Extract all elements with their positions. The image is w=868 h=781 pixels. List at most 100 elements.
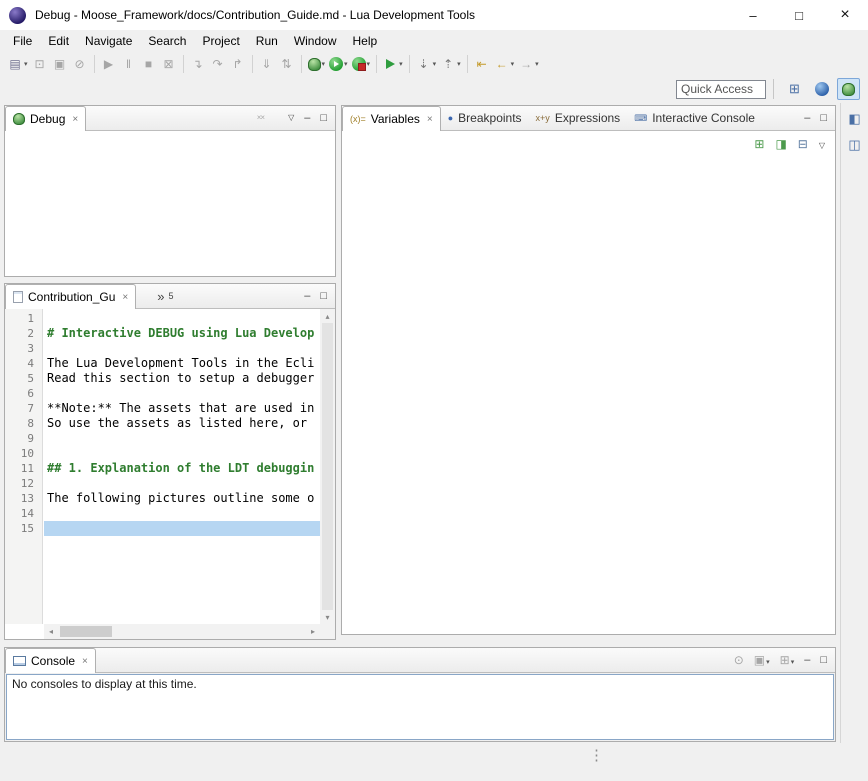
- menu-help[interactable]: Help: [345, 32, 386, 50]
- code-line-1[interactable]: [44, 311, 320, 326]
- tab-breakpoints[interactable]: ●Breakpoints: [441, 106, 529, 130]
- code-line-2[interactable]: # Interactive DEBUG using Lua Develop: [44, 326, 320, 341]
- tab-debug[interactable]: Debug ×: [5, 106, 86, 131]
- open-console-button[interactable]: ⊞▾: [780, 653, 795, 667]
- trim-stack-button-2[interactable]: ◫: [848, 137, 860, 153]
- close-button[interactable]: ×: [822, 0, 868, 30]
- status-grip[interactable]: ⋮: [589, 746, 604, 764]
- use-step-filters-button[interactable]: ⇅: [277, 53, 297, 75]
- line-number[interactable]: 13: [5, 491, 34, 506]
- step-into-button[interactable]: ↴: [188, 53, 208, 75]
- line-number[interactable]: 11: [5, 461, 34, 476]
- pin-console-button[interactable]: ⊙: [734, 653, 744, 667]
- minimize-view-button[interactable]: –: [304, 291, 310, 302]
- scroll-left-icon[interactable]: ◂: [44, 624, 58, 639]
- code-line-11[interactable]: ## 1. Explanation of the LDT debuggin: [44, 461, 320, 476]
- debug-view-content[interactable]: [5, 131, 335, 276]
- line-number[interactable]: 9: [5, 431, 34, 446]
- debug-button[interactable]: ▾: [306, 53, 328, 75]
- dropdown-arrow-icon[interactable]: ▾: [367, 60, 371, 68]
- quick-access-input[interactable]: [676, 80, 766, 99]
- step-over-button[interactable]: ↷: [208, 53, 228, 75]
- tab-expressions[interactable]: x+yExpressions: [529, 106, 628, 130]
- external-tools-button[interactable]: ▾: [381, 53, 405, 75]
- line-number[interactable]: 6: [5, 386, 34, 401]
- dropdown-arrow-icon[interactable]: ▾: [511, 60, 515, 68]
- debug-perspective-button[interactable]: [837, 78, 860, 100]
- code-line-15[interactable]: [44, 521, 320, 536]
- minimize-view-button[interactable]: –: [804, 655, 810, 666]
- dropdown-arrow-icon[interactable]: ▾: [344, 60, 348, 68]
- line-number[interactable]: 2: [5, 326, 34, 341]
- show-type-names-button[interactable]: ⊞: [754, 137, 764, 151]
- back-button[interactable]: ←▾: [492, 53, 517, 75]
- scroll-up-icon[interactable]: ▴: [320, 309, 335, 323]
- line-number[interactable]: 3: [5, 341, 34, 356]
- tab-contribution-guide[interactable]: Contribution_Gu ×: [5, 284, 136, 309]
- menu-window[interactable]: Window: [286, 32, 345, 50]
- maximize-view-button[interactable]: □: [820, 655, 827, 666]
- editor-tab-overflow[interactable]: »5: [150, 284, 180, 308]
- suspend-button[interactable]: ‖: [119, 53, 139, 75]
- menu-project[interactable]: Project: [194, 32, 247, 50]
- line-number[interactable]: 4: [5, 356, 34, 371]
- close-tab-icon[interactable]: ×: [122, 292, 128, 303]
- variables-content[interactable]: [342, 131, 835, 634]
- save-button[interactable]: ⊡: [30, 53, 50, 75]
- code-line-13[interactable]: The following pictures outline some o: [44, 491, 320, 506]
- maximize-button[interactable]: □: [776, 0, 822, 30]
- drop-to-frame-button[interactable]: ⇓: [257, 53, 277, 75]
- line-number[interactable]: 12: [5, 476, 34, 491]
- previous-annotation-button[interactable]: ⇡▾: [438, 53, 463, 75]
- tab-console[interactable]: Console ×: [5, 648, 96, 673]
- disconnect-button[interactable]: ⊠: [159, 53, 179, 75]
- remove-all-terminated-button[interactable]: ××: [257, 114, 264, 122]
- minimize-view-button[interactable]: –: [304, 113, 310, 124]
- tab-variables[interactable]: (x)=Variables×: [342, 106, 441, 131]
- minimize-button[interactable]: –: [730, 0, 776, 30]
- show-logical-structures-button[interactable]: ◨: [775, 137, 786, 151]
- view-menu-button[interactable]: ▽: [288, 114, 294, 122]
- line-number[interactable]: 5: [5, 371, 34, 386]
- scroll-down-icon[interactable]: ▾: [320, 610, 335, 624]
- forward-button[interactable]: →▾: [516, 53, 541, 75]
- editor-gutter[interactable]: 123456789101112131415: [5, 309, 43, 624]
- dropdown-arrow-icon[interactable]: ▾: [322, 60, 326, 68]
- dropdown-arrow-icon[interactable]: ▾: [433, 60, 437, 68]
- code-line-10[interactable]: [44, 446, 320, 461]
- code-line-7[interactable]: **Note:** The assets that are used in: [44, 401, 320, 416]
- code-line-3[interactable]: [44, 341, 320, 356]
- close-tab-icon[interactable]: ×: [82, 656, 88, 667]
- line-number[interactable]: 10: [5, 446, 34, 461]
- dropdown-arrow-icon[interactable]: ▾: [535, 60, 539, 68]
- dropdown-arrow-icon[interactable]: ▾: [457, 60, 461, 68]
- code-line-5[interactable]: Read this section to setup a debugger: [44, 371, 320, 386]
- tab-interactive-console[interactable]: ⌨Interactive Console: [627, 106, 762, 130]
- step-return-button[interactable]: ↱: [228, 53, 248, 75]
- skip-all-breakpoints-button[interactable]: ⊘: [70, 53, 90, 75]
- horizontal-scroll-thumb[interactable]: [60, 626, 112, 637]
- line-number[interactable]: 8: [5, 416, 34, 431]
- display-selected-console-button[interactable]: ▣▾: [754, 653, 770, 667]
- code-line-12[interactable]: [44, 476, 320, 491]
- view-menu-button[interactable]: ▽: [819, 137, 825, 151]
- open-perspective-button[interactable]: ⊞: [783, 78, 806, 100]
- close-tab-icon[interactable]: ×: [427, 114, 433, 125]
- code-line-9[interactable]: [44, 431, 320, 446]
- line-number[interactable]: 14: [5, 506, 34, 521]
- new-wizard-button[interactable]: ▤▾: [5, 53, 30, 75]
- menu-edit[interactable]: Edit: [40, 32, 77, 50]
- menu-navigate[interactable]: Navigate: [77, 32, 140, 50]
- resume-button[interactable]: ▶: [99, 53, 119, 75]
- line-number[interactable]: 15: [5, 521, 34, 536]
- code-line-14[interactable]: [44, 506, 320, 521]
- maximize-view-button[interactable]: □: [820, 113, 827, 124]
- coverage-button[interactable]: ▾: [350, 53, 373, 75]
- code-line-4[interactable]: The Lua Development Tools in the Ecli: [44, 356, 320, 371]
- dropdown-arrow-icon[interactable]: ▾: [24, 60, 28, 68]
- minimize-view-button[interactable]: –: [804, 113, 810, 124]
- line-number[interactable]: 7: [5, 401, 34, 416]
- editor-code[interactable]: # Interactive DEBUG using Lua Develop The…: [44, 309, 320, 624]
- code-line-8[interactable]: So use the assets as listed here, or: [44, 416, 320, 431]
- dropdown-arrow-icon[interactable]: ▾: [399, 60, 403, 68]
